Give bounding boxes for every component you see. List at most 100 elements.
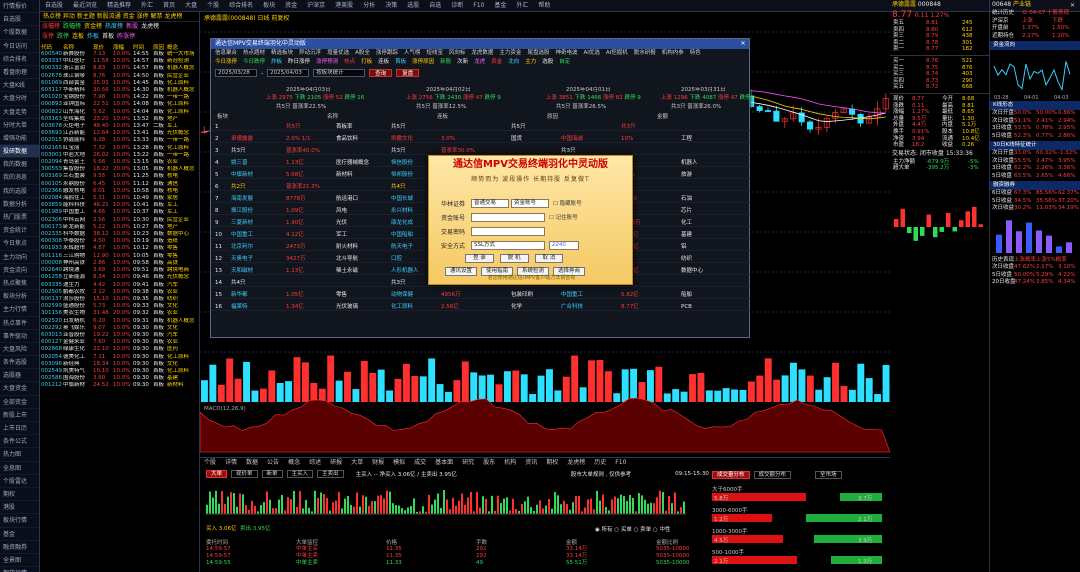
hot-subtab[interactable]: 昨涨停	[117, 32, 135, 42]
review-row[interactable]: 3 共3只 普涨率40.0% 共3只 普涨率30.0% 共3只	[211, 147, 751, 155]
review-menu-item[interactable]: 神奇电波	[555, 50, 577, 56]
section-header[interactable]: K线形态	[990, 101, 1080, 110]
column-header[interactable]: 金额	[566, 538, 656, 546]
nav-item[interactable]: 热力图	[0, 448, 39, 462]
review-tab[interactable]: 涨停预测	[316, 59, 338, 65]
date-from-input[interactable]: 2025/03/28	[215, 69, 257, 77]
topbar-item[interactable]: 最近浏览	[68, 0, 102, 12]
topbar-item[interactable]: 大盘	[180, 0, 202, 12]
column-header[interactable]: 原因	[547, 114, 558, 121]
review-menu-item[interactable]: 脱水研报	[634, 50, 656, 56]
group-select[interactable]: 按板块统计	[313, 69, 366, 77]
column-header[interactable]: 涨幅	[112, 42, 132, 51]
review-menu-item[interactable]: 风向标	[449, 50, 466, 56]
review-menu-item[interactable]: AI挖掘机	[606, 50, 628, 56]
nav-item[interactable]: 全部资金	[0, 396, 39, 409]
table-row[interactable]: 002306 中科云网 2.56 10.0% 10:30 首板 民营企业	[40, 217, 199, 224]
nav-item[interactable]: 板块分析	[0, 290, 39, 304]
column-header[interactable]: 现价	[92, 42, 112, 51]
table-row[interactable]: 002599 盛通股份 5.73 10.0% 09:33 首板 文化	[40, 303, 199, 310]
review-menu-item[interactable]: AI优选	[583, 50, 599, 56]
topbar-item[interactable]: 沪深京	[302, 0, 330, 12]
review-menu-item[interactable]: 主力资金	[499, 50, 521, 56]
review-tab[interactable]: 今日涨停	[215, 59, 237, 65]
nav-item[interactable]: 主力行情	[0, 303, 39, 317]
nav-item[interactable]: 数据分析	[0, 198, 39, 211]
table-row[interactable]: 603335 迪生力 4.42 10.0% 09:41 首板 汽车	[40, 282, 199, 289]
topbar-item[interactable]: 资金	[280, 0, 302, 12]
table-row[interactable]: 600308 华泰股份 4.50 10.0% 10:19 首板 造纸	[40, 238, 199, 245]
table-row[interactable]: 601116 三江购物 12.90 10.0% 10:05 首板 零售	[40, 253, 199, 260]
table-row[interactable]: 603678 火炬电子 48.40 10.0% 13:47 二板 军工	[40, 123, 199, 130]
table-row[interactable]: 002868 绿康生化 22.10 10.0% 09:30 首板 医药	[40, 346, 199, 353]
column-header[interactable]: 手数	[476, 538, 566, 546]
nav-item[interactable]: 条件选股	[0, 356, 39, 370]
hot-subtab[interactable]: 跌停	[57, 32, 69, 42]
nav-item[interactable]: 看盘助理	[0, 66, 39, 80]
close-icon[interactable]: ✕	[737, 39, 749, 49]
section-header[interactable]: 融资融券	[990, 181, 1080, 190]
tick-menu-item[interactable]: 期权	[546, 459, 558, 466]
table-row[interactable]: 14:59:57 中单主买 11.35 292 33.14万 5035-10000	[206, 546, 746, 553]
table-row[interactable]: 002054 德美化工 7.11 10.0% 09:30 首板 化工原料	[40, 354, 199, 361]
review-tab[interactable]: 主力	[525, 59, 536, 65]
review-tab[interactable]: 新股	[440, 59, 451, 65]
review-menu-item[interactable]: A股全	[355, 50, 370, 56]
review-row[interactable]: 2 承德露露 2.0% 1/1 食品饮料 凯撒文化 3.0% 国货 中国海诚 10% 工程	[211, 135, 751, 143]
table-row[interactable]: 002549 凯美特气 10.10 10.0% 09:30 首板 化工原料	[40, 368, 199, 375]
table-row[interactable]: 002678 珠江钢琴 8.76 10.0% 14:50 首板 民营企业	[40, 73, 199, 80]
nav-item[interactable]: 热点事件	[0, 317, 39, 330]
nav-item[interactable]: 期货行情	[0, 567, 39, 572]
tick-menu-item[interactable]: 数据	[246, 459, 258, 466]
nav-item[interactable]: 大盘分时	[0, 92, 39, 106]
review-menu-item[interactable]: 增量优选	[327, 50, 349, 56]
nav-item[interactable]: 热门股票	[0, 211, 39, 225]
nav-item[interactable]: 基金	[0, 528, 39, 541]
nav-item[interactable]: 自选股	[0, 13, 39, 27]
review-tab[interactable]: 北向	[508, 59, 519, 65]
column-header[interactable]: 委托时间	[206, 538, 296, 546]
login-input[interactable]: SSL方式	[471, 240, 545, 250]
table-row[interactable]: 603096 新经典 18.34 10.0% 09:30 首板 文化	[40, 361, 199, 368]
review-menu-item[interactable]: 龙虎数据	[471, 50, 493, 56]
table-row[interactable]: 603013 亚普股份 19.22 10.0% 09:30 首板 汽车	[40, 332, 199, 339]
review-menu-item[interactable]: 涨停跟踪	[376, 50, 398, 56]
review-menu-item[interactable]: 短线宝	[426, 50, 443, 56]
topbar-item[interactable]: 个股	[202, 0, 224, 12]
table-row[interactable]: 600127 金健米业 7.60 10.0% 09:30 首板 农业	[40, 339, 199, 346]
topbar-item[interactable]: 港美股	[330, 0, 358, 12]
column-header[interactable]: 板块	[217, 114, 228, 121]
table-row[interactable]: 001212 中旗新材 24.52 10.0% 09:30 首板 新材料	[40, 382, 199, 389]
nav-item[interactable]: 我的消息	[0, 171, 39, 185]
table-row[interactable]: 603163 圣晖集成 23.20 10.0% 13:52 首板 地产	[40, 116, 199, 123]
nav-item[interactable]: 大盘资金	[0, 382, 39, 396]
review-menu-item[interactable]: 精选板块	[271, 50, 293, 56]
nav-item[interactable]: 大盘走势	[0, 106, 39, 119]
tick-menu-item[interactable]: 综述	[309, 459, 321, 466]
hot-tab[interactable]: 跌幅榜	[63, 22, 81, 32]
table-row[interactable]: 000008 神州高铁 2.86 10.0% 09:58 首板 高铁	[40, 260, 199, 267]
table-row[interactable]: 603117 华新精科 30.56 10.0% 14:30 首板 机器人概念	[40, 87, 199, 94]
tick-radio[interactable]: ◉ 所有	[595, 527, 614, 533]
table-row[interactable]: 603169 兰石重装 9.55 10.0% 11:25 首板 核电	[40, 173, 199, 180]
tick-filter-button[interactable]: 新单	[261, 469, 283, 478]
table-row[interactable]: 002015 协鑫能科 9.28 10.0% 13:33 首板 一带一路	[40, 137, 199, 144]
review-tab[interactable]: 选股	[542, 59, 553, 65]
nav-item[interactable]: 全景图	[0, 554, 39, 568]
nav-item[interactable]: 期权	[0, 488, 39, 502]
column-header[interactable]: 概念	[166, 42, 199, 51]
topbar-item[interactable]: 分析	[358, 0, 380, 12]
column-header[interactable]: 代码	[40, 42, 62, 51]
nav-item[interactable]: 综合排名	[0, 53, 39, 66]
column-header[interactable]: 名称	[327, 114, 338, 121]
tick-menu-item[interactable]: 研究	[462, 459, 474, 466]
nav-item[interactable]: 条件公式	[0, 435, 39, 449]
market-tag[interactable]: 全市场	[815, 471, 842, 479]
review-tab[interactable]: 炸板	[271, 59, 282, 65]
tick-menu-item[interactable]: 公告	[267, 459, 279, 466]
nav-item[interactable]: 个股数据	[0, 26, 39, 40]
dist-tab[interactable]: 成交额分布	[753, 471, 792, 479]
topbar-item[interactable]: 选股	[402, 0, 424, 12]
tick-radio[interactable]: ○ 买单	[614, 527, 633, 533]
nav-item[interactable]: 事件驱动	[0, 330, 39, 343]
